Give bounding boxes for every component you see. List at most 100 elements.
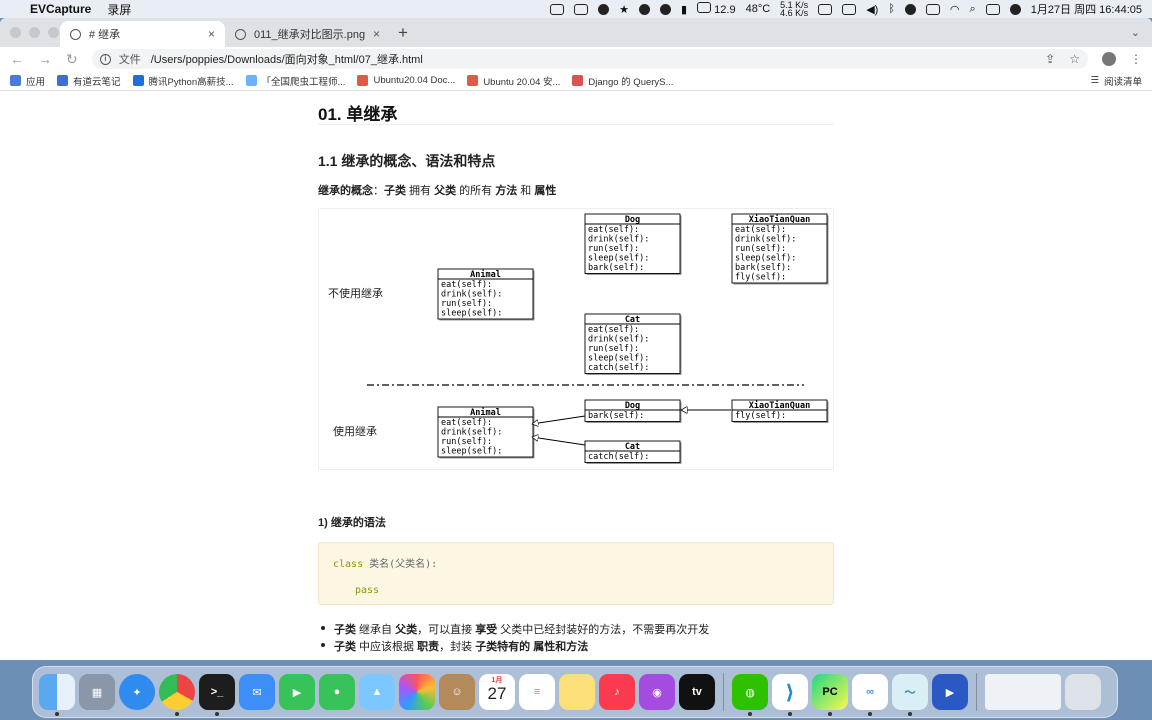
clipboard-icon[interactable] [904,3,916,15]
grid-icon[interactable] [574,3,589,15]
bookmark-label: 应用 [26,76,46,88]
vscode-icon[interactable]: ⟩ [772,674,808,716]
bluetooth-icon[interactable]: ᛒ [888,3,895,15]
game-icon[interactable] [639,3,651,15]
bookmark-tencent[interactable]: 腾讯Python高薪技... [132,74,234,88]
menu-item-record[interactable]: 录屏 [107,1,131,18]
terminal-icon[interactable]: >_ [199,674,235,716]
bookmark-label: 「全国爬虫工程师... [261,76,346,88]
bookmark-ubuntu-install[interactable]: Ubuntu 20.04 安... [467,74,560,88]
tab-close-icon[interactable]: × [208,27,215,41]
trash-icon[interactable] [1065,674,1101,710]
new-tab-button[interactable]: + [398,23,408,43]
tab-inheritance[interactable]: # 继承 × [60,21,225,47]
contacts-icon[interactable]: ☺ [439,674,475,710]
facetime-icon[interactable]: ▶ [279,674,315,710]
uml-method: bark(self): [735,263,791,273]
tab-image[interactable]: 011_继承对比图示.png (2065× × [225,21,390,47]
control-center-icon[interactable] [985,3,1000,15]
uml-class-cat: Catcatch(self): [584,440,682,464]
reading-list-button[interactable]: ☰ 阅读清单 [1090,74,1142,88]
menu-app-name[interactable]: EVCapture [30,2,91,16]
cpu-temp[interactable]: 12.9 [697,2,736,16]
bookmark-icon[interactable]: ▮ [681,3,687,16]
uml-method: run(self): [441,299,492,309]
bookmark-youdao[interactable]: 有道云笔记 [57,74,121,88]
network-speed[interactable]: 5.1 K/s 4.6 K/s [780,1,808,18]
reload-icon[interactable]: ↻ [66,51,78,68]
address-url[interactable]: /Users/poppies/Downloads/面向对象_html/07_继承… [151,51,423,67]
term-attributes: 属性 [534,185,557,197]
calendar-icon[interactable]: 1月 27 [479,674,515,710]
bookmark-crawler[interactable]: 「全国爬虫工程师... [245,74,346,88]
messages-icon[interactable]: ● [319,674,355,710]
bookmark-django[interactable]: Django 的 QueryS... [572,74,673,88]
safari-icon[interactable]: ✦ [119,674,155,710]
tv-icon[interactable]: tv [679,674,715,710]
display-icon[interactable] [842,3,857,15]
weather-reading[interactable]: 48°C [746,3,771,15]
forward-arrow-icon[interactable]: → [38,51,52,67]
podcasts-icon[interactable]: ◉ [639,674,675,710]
uml-boxes: Dogeat(self):drink(self):run(self):sleep… [437,213,829,464]
profile-avatar[interactable] [1102,52,1116,66]
bookmark-star-icon[interactable]: ☆ [1069,52,1080,66]
uml-method: sleep(self): [441,309,502,319]
globe-icon [235,28,246,40]
window-icon[interactable] [818,3,833,15]
term-subclass: 子类 [384,185,406,197]
back-arrow-icon[interactable]: ← [10,51,24,67]
uml-method: drink(self): [441,290,502,300]
finder-icon[interactable] [39,674,75,716]
tab-search-icon[interactable]: ⌄ [1131,26,1140,39]
volume-icon[interactable]: ◀) [866,3,878,16]
pycharm-icon[interactable]: PC [812,674,848,716]
launchpad-icon[interactable]: ▦ [79,674,115,710]
music-icon[interactable]: ♪ [599,674,635,710]
mail-icon[interactable]: ✉ [239,674,275,710]
chrome-icon[interactable] [159,674,195,716]
more-menu-icon[interactable]: ⋮ [1130,52,1142,66]
address-bar[interactable]: i 文件 /Users/poppies/Downloads/面向对象_html/… [91,49,1088,69]
maps-icon[interactable]: ▲ [359,674,395,710]
search-icon[interactable]: ⌕ [970,3,976,16]
info-icon[interactable]: i [99,53,111,65]
text: 继承自 [356,624,396,636]
text: ，封装 [439,641,476,653]
page-content: 01. 单继承 1.1 继承的概念、语法和特点 继承的概念：子类 拥有 父类 的… [0,94,1152,660]
uml-diagram-svg: 不使用继承 使用继承 Dogeat(self):drink(self):run(… [328,213,829,464]
baidu-netdisk-icon[interactable]: ∞ [852,674,888,716]
text: 父类中已经封装好的方法，不需要再次开发 [497,624,710,636]
wifi-icon[interactable]: ◠ [950,3,960,16]
bookmark-label: 有道云笔记 [73,76,121,88]
star-icon[interactable]: ★ [619,3,629,16]
menu-clock[interactable]: 1月27日 周四 16:44:05 [1031,1,1142,17]
close-window-button[interactable] [10,27,21,38]
screen-record-icon[interactable]: ▶ [932,674,968,710]
siri-icon[interactable] [1009,3,1021,15]
evcapture-icon[interactable]: 〜 [892,674,928,716]
bookmark-ubuntu-docker[interactable]: Ubuntu20.04 Doc... [357,75,455,86]
photos-icon[interactable] [399,674,435,710]
notes-icon[interactable] [559,674,595,710]
battery-icon[interactable] [925,3,940,15]
pycharm-label: PC [822,686,838,698]
minimize-window-button[interactable] [29,27,40,38]
term: 享受 [475,624,498,636]
reminders-icon[interactable]: ≡ [519,674,555,710]
share-icon[interactable]: ⇪ [1045,52,1055,66]
recent-window-icon[interactable] [985,674,1061,710]
bookmark-apps[interactable]: 应用 [10,74,45,88]
uml-class-name: Cat [625,315,640,325]
wechat-status-icon[interactable] [660,3,672,15]
running-indicator [215,712,219,716]
running-indicator [828,712,832,716]
running-indicator [868,712,872,716]
wechat-icon[interactable]: ◍ [732,674,768,716]
concept-text: 的所有 [456,185,496,197]
screen-icon[interactable] [550,3,565,15]
tab-close-icon[interactable]: × [373,27,380,41]
uml-class-name: Dog [625,401,640,411]
app-status-icon[interactable] [598,3,610,15]
zoom-window-button[interactable] [48,27,59,38]
